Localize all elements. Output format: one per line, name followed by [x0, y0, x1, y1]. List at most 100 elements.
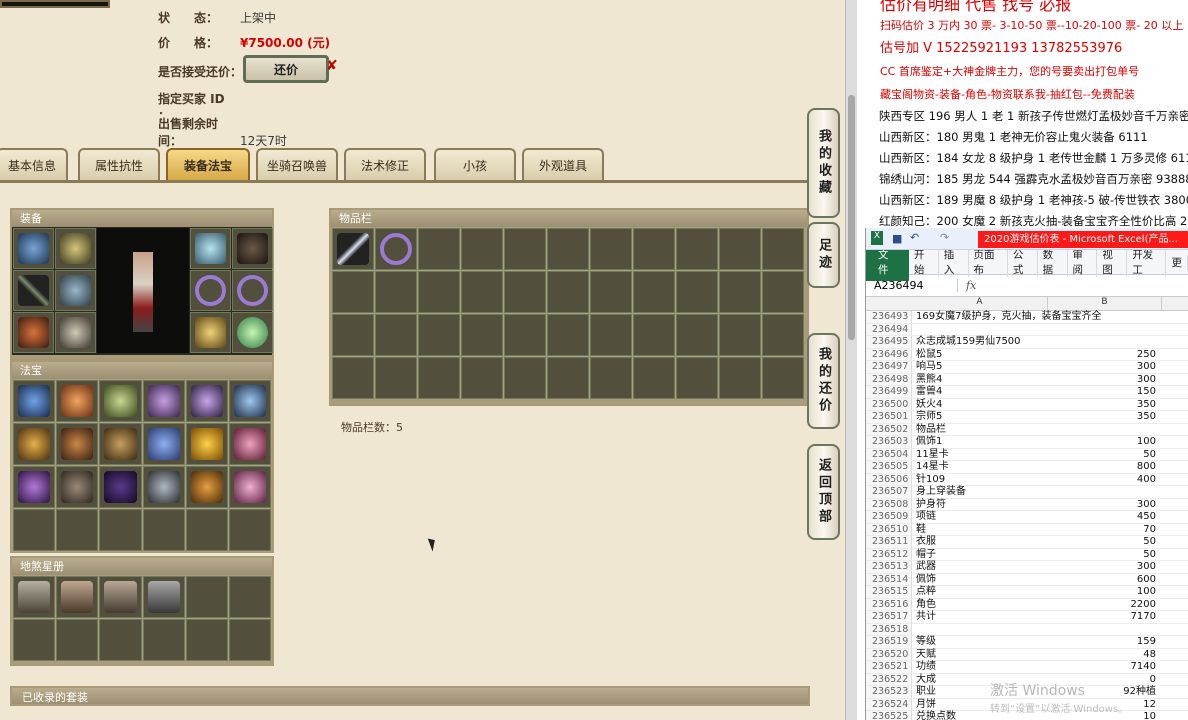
cell-b[interactable]: 159	[1048, 636, 1162, 648]
star-card-slot[interactable]	[228, 619, 271, 661]
cell-b[interactable]	[1048, 424, 1162, 436]
equip-slot[interactable]	[55, 228, 96, 269]
ribbon-tab-insert[interactable]: 插入	[939, 247, 969, 277]
inventory-slot[interactable]	[547, 314, 589, 356]
cell-a[interactable]: 宗师5	[912, 411, 1048, 423]
row-number[interactable]: 236498	[866, 373, 912, 385]
tab-mounts-pets[interactable]: 坐骑召唤兽	[256, 148, 338, 181]
fabao-slot[interactable]	[99, 423, 142, 465]
row-number[interactable]: 236510	[866, 523, 912, 535]
cell-b[interactable]: 350	[1048, 411, 1162, 423]
ribbon-tab-page-layout[interactable]: 页面布	[969, 247, 1008, 277]
cell-a[interactable]: 武器	[912, 561, 1048, 573]
cell-a[interactable]: 共计	[912, 611, 1048, 623]
inventory-slot[interactable]	[504, 271, 546, 313]
cell-b[interactable]: 10	[1048, 711, 1162, 720]
save-icon[interactable]: ■	[892, 232, 902, 245]
ribbon-tab-view[interactable]: 视图	[1097, 247, 1128, 277]
inventory-slot[interactable]	[633, 314, 675, 356]
cell-a[interactable]: 点粹	[912, 586, 1048, 598]
row-number[interactable]: 236506	[866, 473, 912, 485]
inventory-slot[interactable]	[461, 314, 503, 356]
cell-b[interactable]: 150	[1048, 386, 1162, 398]
equip-slot[interactable]	[232, 270, 273, 311]
inventory-slot[interactable]	[762, 357, 804, 399]
inventory-slot[interactable]	[461, 271, 503, 313]
star-card-slot[interactable]	[185, 619, 228, 661]
cell-a[interactable]: 佩饰	[912, 574, 1048, 586]
cell-a[interactable]: 大成	[912, 674, 1048, 686]
row-number[interactable]: 236518	[866, 623, 912, 635]
row-number[interactable]: 236517	[866, 611, 912, 623]
inventory-slot[interactable]	[504, 357, 546, 399]
tab-spell-correction[interactable]: 法术修正	[344, 148, 426, 181]
inventory-slot[interactable]	[762, 228, 804, 270]
inventory-slot[interactable]	[633, 357, 675, 399]
star-card-slot[interactable]	[142, 619, 185, 661]
cell-b[interactable]: 12	[1048, 699, 1162, 711]
inventory-slot[interactable]	[418, 228, 460, 270]
cell-a[interactable]: 护身符	[912, 499, 1048, 511]
inventory-slot[interactable]	[676, 314, 718, 356]
equip-slot[interactable]	[190, 312, 231, 353]
row-number[interactable]: 236523	[866, 686, 912, 698]
row-number[interactable]: 236515	[866, 586, 912, 598]
row-number[interactable]: 236495	[866, 336, 912, 348]
fabao-slot[interactable]	[185, 380, 228, 422]
row-number[interactable]: 236494	[866, 323, 912, 335]
inventory-slot[interactable]	[676, 228, 718, 270]
inventory-slot[interactable]	[676, 357, 718, 399]
fabao-slot[interactable]	[185, 466, 228, 508]
row-number[interactable]: 236524	[866, 698, 912, 710]
fx-icon[interactable]: fx	[958, 279, 984, 292]
cell-a[interactable]: 帽子	[912, 549, 1048, 561]
fabao-slot[interactable]	[56, 380, 99, 422]
row-number[interactable]: 236516	[866, 598, 912, 610]
cell-a[interactable]: 169女魔7级护身，克火抽，装备宝宝齐全	[912, 311, 1101, 323]
row-number[interactable]: 236507	[866, 486, 912, 498]
inventory-slot[interactable]	[418, 314, 460, 356]
tab-child[interactable]: 小孩	[434, 148, 516, 181]
cell-b[interactable]: 400	[1048, 474, 1162, 486]
row-number[interactable]: 236525	[866, 711, 912, 720]
cell-b[interactable]	[1048, 311, 1162, 323]
cell-b[interactable]	[1048, 624, 1162, 636]
row-number[interactable]: 236497	[866, 361, 912, 373]
inventory-slot[interactable]	[418, 271, 460, 313]
inventory-slot[interactable]	[375, 228, 417, 270]
row-number[interactable]: 236519	[866, 636, 912, 648]
row-number[interactable]: 236521	[866, 661, 912, 673]
star-card-slot[interactable]	[13, 619, 56, 661]
inventory-slot[interactable]	[676, 271, 718, 313]
equip-slot[interactable]	[190, 228, 231, 269]
row-number[interactable]: 236493	[866, 311, 912, 323]
scrollbar-thumb[interactable]	[848, 95, 855, 340]
inventory-slot[interactable]	[762, 314, 804, 356]
ribbon-tab-developer[interactable]: 开发工	[1127, 247, 1167, 277]
equip-slot[interactable]	[13, 270, 54, 311]
cell-b[interactable]: 7170	[1048, 611, 1162, 623]
fabao-slot[interactable]	[142, 423, 185, 465]
fabao-slot[interactable]	[13, 423, 56, 465]
star-card-slot[interactable]	[185, 576, 228, 618]
cell-a[interactable]: 角色	[912, 599, 1048, 611]
cell-b[interactable]: 70	[1048, 524, 1162, 536]
ribbon-tab-data[interactable]: 数据	[1038, 247, 1068, 277]
undo-icon[interactable]: ↶	[910, 231, 919, 244]
inventory-slot[interactable]	[590, 228, 632, 270]
inventory-slot[interactable]	[719, 228, 761, 270]
ribbon-tab-more[interactable]: 更	[1166, 254, 1188, 270]
column-header-a[interactable]: A	[912, 297, 1048, 310]
cell-a[interactable]: 衣服	[912, 536, 1048, 548]
inventory-slot[interactable]	[375, 271, 417, 313]
inventory-slot[interactable]	[461, 228, 503, 270]
fabao-slot[interactable]	[228, 509, 271, 551]
cell-b[interactable]	[1048, 336, 1162, 348]
inventory-slot[interactable]	[375, 357, 417, 399]
cell-b[interactable]: 92种植	[1048, 686, 1162, 698]
cell-b[interactable]: 7140	[1048, 661, 1162, 673]
tab-appearance[interactable]: 外观道具	[522, 148, 604, 181]
equip-slot[interactable]	[190, 270, 231, 311]
cell-b[interactable]: 50	[1048, 536, 1162, 548]
row-number[interactable]: 236499	[866, 386, 912, 398]
